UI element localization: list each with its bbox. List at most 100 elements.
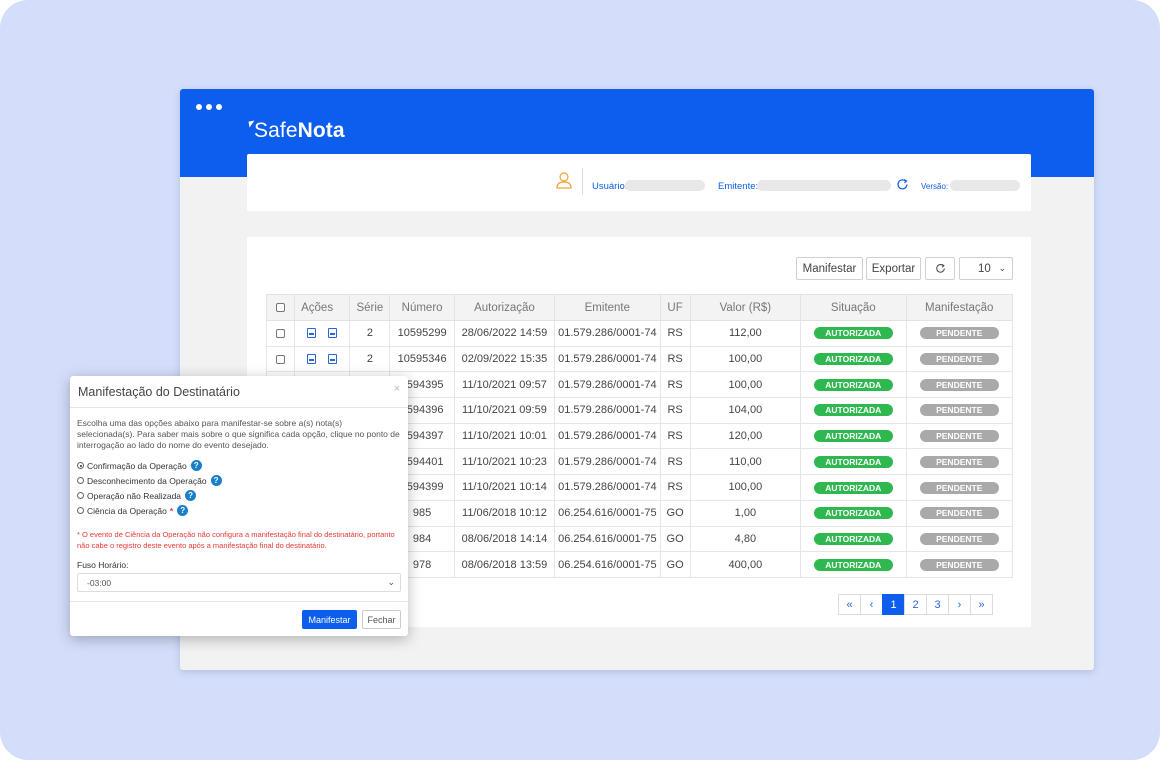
cell-autorizacao: 08/06/2018 14:14 <box>453 525 556 553</box>
radio-selected-icon[interactable] <box>77 462 84 469</box>
cell-autorizacao: 11/10/2021 10:14 <box>453 474 556 501</box>
first-page-button[interactable]: « <box>838 594 861 615</box>
cell-autorizacao: 11/06/2018 10:12 <box>453 499 556 527</box>
cell-numero: 10595346 <box>389 345 455 373</box>
cell-situacao: AUTORIZADA <box>800 371 907 399</box>
table-row[interactable]: 2 10595299 28/06/2022 14:59 01.579.286/0001… <box>265 320 1014 347</box>
cell-emitente: 01.579.286/0001-74 <box>554 371 661 399</box>
cell-situacao: AUTORIZADA <box>800 422 907 450</box>
option-desconhecimento[interactable]: Desconhecimento da Operação ? <box>77 475 222 486</box>
cell-valor: 100,00 <box>689 371 802 399</box>
cell-serie: 2 <box>349 345 391 373</box>
option-label: Confirmação da Operação <box>87 460 187 471</box>
help-icon[interactable]: ? <box>185 490 197 501</box>
option-label: Desconhecimento da Operação <box>87 475 207 486</box>
close-icon[interactable]: × <box>394 383 400 395</box>
cell-emitente: 06.254.616/0001-75 <box>554 499 661 527</box>
cell-valor: 100,00 <box>689 345 802 373</box>
cell-manifestacao: PENDENTE <box>905 474 1014 501</box>
manifestar-toolbar-button[interactable]: Manifestar <box>796 257 863 280</box>
status-badge: AUTORIZADA <box>813 558 893 571</box>
status-badge: AUTORIZADA <box>813 507 893 520</box>
cell-uf: RS <box>659 371 691 399</box>
versao-value <box>950 180 1020 191</box>
prev-page-button[interactable]: ‹ <box>860 594 883 615</box>
dialog-description: Escolha uma das opções abaixo para manif… <box>77 418 400 450</box>
chevron-down-icon: ⌄ <box>998 263 1006 273</box>
manifestar-button[interactable]: Manifestar <box>302 610 357 629</box>
col-acoes: Ações <box>294 294 351 321</box>
cell-emitente: 01.579.286/0001-74 <box>554 422 661 450</box>
option-ciencia[interactable]: Ciência da Operação * ? <box>77 505 189 516</box>
cell-situacao: AUTORIZADA <box>800 499 907 527</box>
radio-icon[interactable] <box>77 477 84 484</box>
row-checkbox[interactable] <box>276 354 286 364</box>
dialog-title: Manifestação do Destinatário <box>78 385 240 399</box>
xml-download-icon[interactable] <box>328 328 338 339</box>
usuario-label: Usuário: <box>592 181 628 192</box>
cell-emitente: 01.579.286/0001-74 <box>554 397 661 424</box>
cell-emitente: 01.579.286/0001-74 <box>554 345 661 373</box>
cell-uf: GO <box>659 551 691 578</box>
page-size-select[interactable]: 10 ⌄ <box>959 257 1013 280</box>
radio-icon[interactable] <box>77 492 84 499</box>
next-page-button[interactable]: › <box>948 594 971 615</box>
page-2-button[interactable]: 2 <box>904 594 927 615</box>
cell-autorizacao: 11/10/2021 09:57 <box>453 371 556 399</box>
option-nao-realizada[interactable]: Operação não Realizada ? <box>77 490 197 501</box>
help-icon[interactable]: ? <box>210 475 222 486</box>
refresh-table-button[interactable] <box>925 257 955 280</box>
refresh-icon[interactable] <box>896 178 909 191</box>
row-checkbox-cell[interactable] <box>265 320 296 347</box>
manifestacao-badge: PENDENTE <box>919 430 999 443</box>
cell-uf: GO <box>659 525 691 553</box>
cell-uf: RS <box>659 397 691 424</box>
cell-manifestacao: PENDENTE <box>905 499 1014 527</box>
pdf-download-icon[interactable] <box>307 328 317 339</box>
cell-autorizacao: 11/10/2021 10:01 <box>453 422 556 450</box>
cell-autorizacao: 28/06/2022 14:59 <box>453 320 556 347</box>
last-page-button[interactable]: » <box>970 594 993 615</box>
radio-icon[interactable] <box>77 507 84 514</box>
fuso-horario-label: Fuso Horário: <box>77 560 129 570</box>
manifestacao-dialog: Manifestação do Destinatário × Escolha u… <box>70 376 408 636</box>
cell-uf: RS <box>659 422 691 450</box>
row-checkbox[interactable] <box>276 328 286 338</box>
fechar-button[interactable]: Fechar <box>362 610 401 629</box>
manifestacao-badge: PENDENTE <box>919 507 999 520</box>
page-1-button[interactable]: 1 <box>882 594 905 615</box>
cell-situacao: AUTORIZADA <box>800 525 907 553</box>
cell-manifestacao: PENDENTE <box>905 397 1014 424</box>
xml-download-icon[interactable] <box>328 354 338 365</box>
status-badge: AUTORIZADA <box>813 404 893 417</box>
cell-valor: 4,80 <box>689 525 802 553</box>
help-icon[interactable]: ? <box>190 460 202 471</box>
cell-emitente: 06.254.616/0001-75 <box>554 525 661 553</box>
usuario-value <box>625 180 705 191</box>
help-icon[interactable]: ? <box>177 505 189 516</box>
page-3-button[interactable]: 3 <box>926 594 949 615</box>
status-badge: AUTORIZADA <box>813 353 893 366</box>
fuso-horario-select[interactable]: -03:00 ⌄ <box>77 573 401 592</box>
cell-uf: GO <box>659 499 691 527</box>
select-all-header[interactable] <box>265 294 296 321</box>
select-all-checkbox[interactable] <box>276 302 286 312</box>
col-uf: UF <box>659 294 691 321</box>
exportar-button[interactable]: Exportar <box>866 257 921 280</box>
option-confirmacao[interactable]: Confirmação da Operação ? <box>77 460 202 471</box>
cell-valor: 112,00 <box>689 320 802 347</box>
col-autorizacao: Autorização <box>453 294 556 321</box>
table-row[interactable]: 2 10595346 02/09/2022 15:35 01.579.286/0001… <box>265 345 1014 373</box>
cell-situacao: AUTORIZADA <box>800 551 907 578</box>
col-numero: Número <box>389 294 455 321</box>
divider <box>70 601 408 602</box>
emitente-label: Emitente: <box>718 181 759 192</box>
cell-serie: 2 <box>349 320 391 347</box>
pdf-download-icon[interactable] <box>307 354 317 365</box>
user-icon[interactable] <box>556 172 572 189</box>
app-logo: SafeNota <box>248 119 345 143</box>
row-checkbox-cell[interactable] <box>265 345 296 373</box>
manifestacao-badge: PENDENTE <box>919 455 999 468</box>
cell-valor: 100,00 <box>689 474 802 501</box>
fuso-horario-value: -03:00 <box>87 577 112 588</box>
